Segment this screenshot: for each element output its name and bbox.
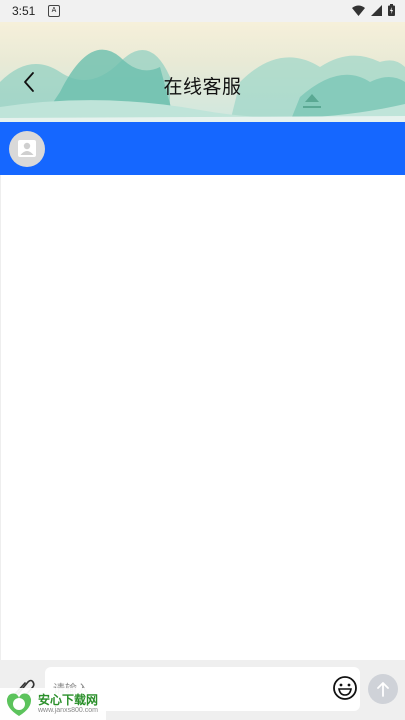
arrow-up-icon bbox=[377, 682, 389, 697]
watermark-url: www.janxs800.com bbox=[38, 707, 98, 714]
signal-icon bbox=[371, 4, 382, 16]
agent-bar bbox=[0, 122, 405, 175]
chat-message-area[interactable] bbox=[0, 175, 405, 660]
notification-icon: A bbox=[48, 5, 60, 17]
status-icons bbox=[352, 4, 395, 16]
page-title: 在线客服 bbox=[163, 76, 242, 98]
send-button[interactable] bbox=[368, 674, 398, 704]
avatar[interactable] bbox=[9, 131, 45, 167]
header-banner: 在线客服 bbox=[0, 22, 405, 122]
battery-icon bbox=[388, 4, 395, 16]
watermark-logo bbox=[6, 693, 32, 716]
watermark-name: 安心下载网 bbox=[38, 693, 99, 707]
status-bar: 3:51 A bbox=[0, 0, 405, 22]
emoji-button[interactable] bbox=[332, 675, 358, 701]
user-avatar-icon bbox=[18, 140, 36, 157]
emoji-icon bbox=[333, 676, 357, 700]
wifi-icon bbox=[352, 5, 365, 16]
status-time: 3:51 bbox=[12, 4, 36, 18]
watermark: 安心下载网 www.janxs800.com bbox=[0, 688, 106, 720]
